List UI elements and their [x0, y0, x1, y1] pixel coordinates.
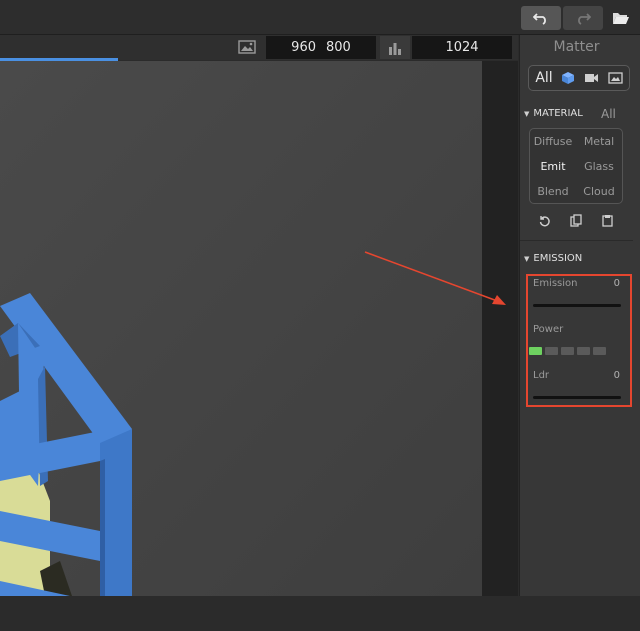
annotation-arrow	[364, 251, 506, 305]
emission-section-header[interactable]: ▼ EMISSION	[524, 253, 582, 264]
image-icon[interactable]	[608, 72, 623, 84]
collapse-triangle-icon: ▼	[524, 109, 530, 118]
undo-icon	[533, 13, 546, 25]
paste-icon[interactable]	[601, 214, 614, 227]
power-segment-4[interactable]	[577, 347, 590, 355]
scene-render	[0, 61, 482, 596]
material-type-glass[interactable]: Glass	[576, 154, 622, 178]
folder-open-icon	[613, 13, 629, 24]
camera-icon[interactable]	[584, 72, 599, 84]
power-segment-5[interactable]	[593, 347, 606, 355]
emission-value: 0	[613, 278, 620, 289]
power-label: Power	[533, 324, 564, 335]
power-selector	[529, 347, 606, 355]
ldr-value: 0	[613, 370, 620, 381]
material-type-metal[interactable]: Metal	[576, 129, 622, 153]
material-type-emit[interactable]: Emit	[530, 154, 576, 178]
emission-panel: Emission 0 Power Ldr 0	[528, 274, 624, 406]
viewport-gutter	[482, 61, 518, 596]
power-segment-2[interactable]	[545, 347, 558, 355]
image-icon	[238, 40, 256, 54]
samples-value[interactable]: 1024	[445, 40, 478, 55]
material-type-diffuse[interactable]: Diffuse	[530, 129, 576, 153]
width-value[interactable]: 960	[291, 40, 316, 55]
material-type-cloud[interactable]: Cloud	[576, 179, 622, 203]
material-type-blend[interactable]: Blend	[530, 179, 576, 203]
emission-slider[interactable]	[533, 304, 621, 307]
power-segment-1[interactable]	[529, 347, 542, 355]
sidebar-title: Matter	[553, 39, 600, 55]
material-header-label: MATERIAL	[533, 108, 583, 119]
resolution-field[interactable]: 960 800	[266, 36, 376, 59]
power-segment-3[interactable]	[561, 347, 574, 355]
mode-tabs: All	[528, 65, 630, 91]
ldr-slider[interactable]	[533, 396, 621, 399]
mode-tab-all[interactable]: All	[535, 70, 552, 86]
section-divider	[520, 240, 633, 241]
samples-field[interactable]: 1024	[412, 36, 512, 59]
redo-icon	[578, 13, 591, 25]
material-tools	[538, 214, 614, 227]
image-size-button[interactable]	[236, 38, 258, 56]
reset-icon[interactable]	[538, 214, 551, 227]
emission-label: Emission	[533, 278, 578, 289]
bar-chart-icon	[389, 42, 401, 55]
emission-header-label: EMISSION	[533, 253, 583, 264]
cube-icon[interactable]	[561, 71, 575, 85]
collapse-triangle-icon: ▼	[524, 254, 530, 263]
open-file-button[interactable]	[610, 8, 632, 28]
height-value[interactable]: 800	[326, 40, 351, 55]
ldr-label: Ldr	[533, 370, 550, 381]
material-filter-all[interactable]: All	[601, 107, 616, 121]
material-type-grid: Diffuse Metal Emit Glass Blend Cloud	[529, 128, 623, 204]
matter-sidebar: Matter All ▼ MATERIAL All Diffuse Metal …	[519, 35, 640, 596]
material-section-header[interactable]: ▼ MATERIAL	[524, 108, 583, 119]
samples-button[interactable]	[380, 36, 410, 59]
render-viewport[interactable]	[0, 61, 482, 596]
redo-button[interactable]	[563, 6, 603, 30]
copy-icon[interactable]	[569, 214, 583, 227]
undo-button[interactable]	[521, 6, 561, 30]
